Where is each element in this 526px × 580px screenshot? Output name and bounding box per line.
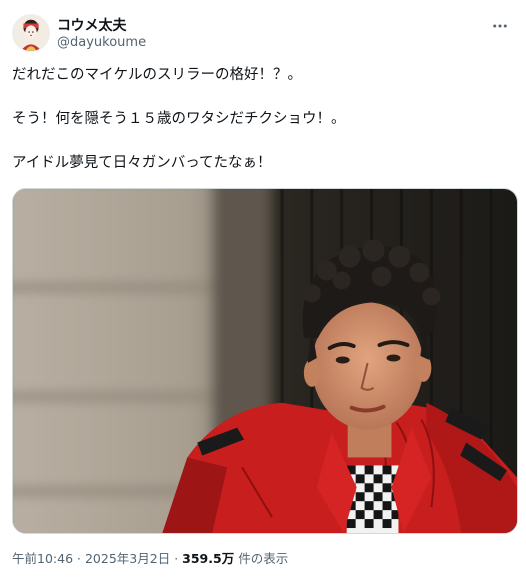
tweet-time[interactable]: 午前10:46 xyxy=(12,551,73,566)
photo-illustration xyxy=(13,189,517,533)
views-count: 359.5万 xyxy=(182,551,235,566)
tweet-line: だれだこのマイケルのスリラーの格好！？。 xyxy=(12,67,302,83)
views-label: 件の表示 xyxy=(238,551,289,566)
meta-separator: · xyxy=(174,551,179,566)
tweet-date[interactable]: 2025年3月2日 xyxy=(85,551,170,566)
avatar[interactable] xyxy=(12,14,50,52)
more-options-button[interactable] xyxy=(488,14,512,38)
tweet-line: そう！何を隠そう１５歳のワタシだチクショウ！。 xyxy=(12,111,346,127)
tweet-line: アイドル夢見て日々ガンバってたなぁ！ xyxy=(12,155,272,171)
tweet-meta: 午前10:46 · 2025年3月2日 · 359.5万 件の表示 xyxy=(12,548,288,567)
tweet-header: コウメ太夫 @dayukoume xyxy=(12,12,514,56)
meta-separator: · xyxy=(77,551,81,566)
user-handle[interactable]: @dayukoume xyxy=(57,35,146,50)
tweet-photo[interactable] xyxy=(12,188,518,534)
more-options-icon xyxy=(493,24,507,28)
display-name[interactable]: コウメ太夫 xyxy=(57,15,126,35)
avatar-illustration-icon xyxy=(13,15,49,51)
tweet-text: だれだこのマイケルのスリラーの格好！？。 そう！何を隠そう１５歳のワタシだチクシ… xyxy=(12,64,512,174)
